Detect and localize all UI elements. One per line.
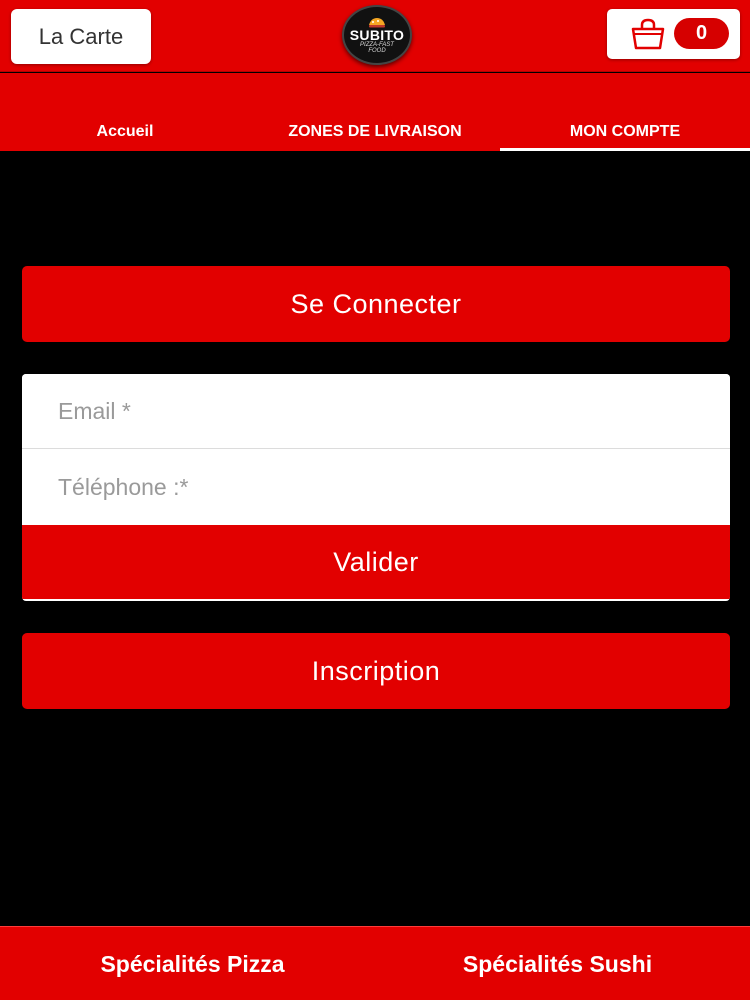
- login-form: Email * Téléphone :* Valider: [22, 374, 730, 601]
- specialites-sushi-link[interactable]: Spécialités Sushi: [370, 927, 745, 1000]
- logo-name: SUBITO: [349, 27, 405, 43]
- la-carte-button[interactable]: La Carte: [11, 9, 151, 64]
- tab-accueil[interactable]: Accueil: [0, 73, 250, 151]
- logo-tagline: PIZZA-FAST FOOD: [360, 42, 394, 54]
- email-field[interactable]: Email *: [22, 374, 730, 449]
- cart-count-badge: 0: [674, 18, 729, 49]
- logo-badge: SUBITO PIZZA-FAST FOOD: [342, 5, 412, 65]
- main-nav: Accueil ZONES DE LIVRAISON MON COMPTE: [0, 73, 750, 151]
- valider-button[interactable]: Valider: [22, 525, 730, 599]
- inscription-button[interactable]: Inscription: [22, 633, 730, 709]
- specialites-pizza-link[interactable]: Spécialités Pizza: [5, 927, 380, 1000]
- footer-nav: Spécialités Pizza Spécialités Sushi: [0, 926, 750, 1000]
- tab-mon-compte[interactable]: MON COMPTE: [500, 73, 750, 151]
- tab-zones-de-livraison[interactable]: ZONES DE LIVRAISON: [250, 73, 500, 151]
- se-connecter-button[interactable]: Se Connecter: [22, 266, 730, 342]
- app-header: La Carte SUBITO PIZZA-FAST FOOD 0: [0, 0, 750, 72]
- cart-button[interactable]: 0: [607, 9, 740, 59]
- subito-logo[interactable]: SUBITO PIZZA-FAST FOOD: [341, 4, 413, 66]
- shopping-bag-icon: [631, 18, 665, 50]
- phone-field[interactable]: Téléphone :*: [22, 450, 730, 525]
